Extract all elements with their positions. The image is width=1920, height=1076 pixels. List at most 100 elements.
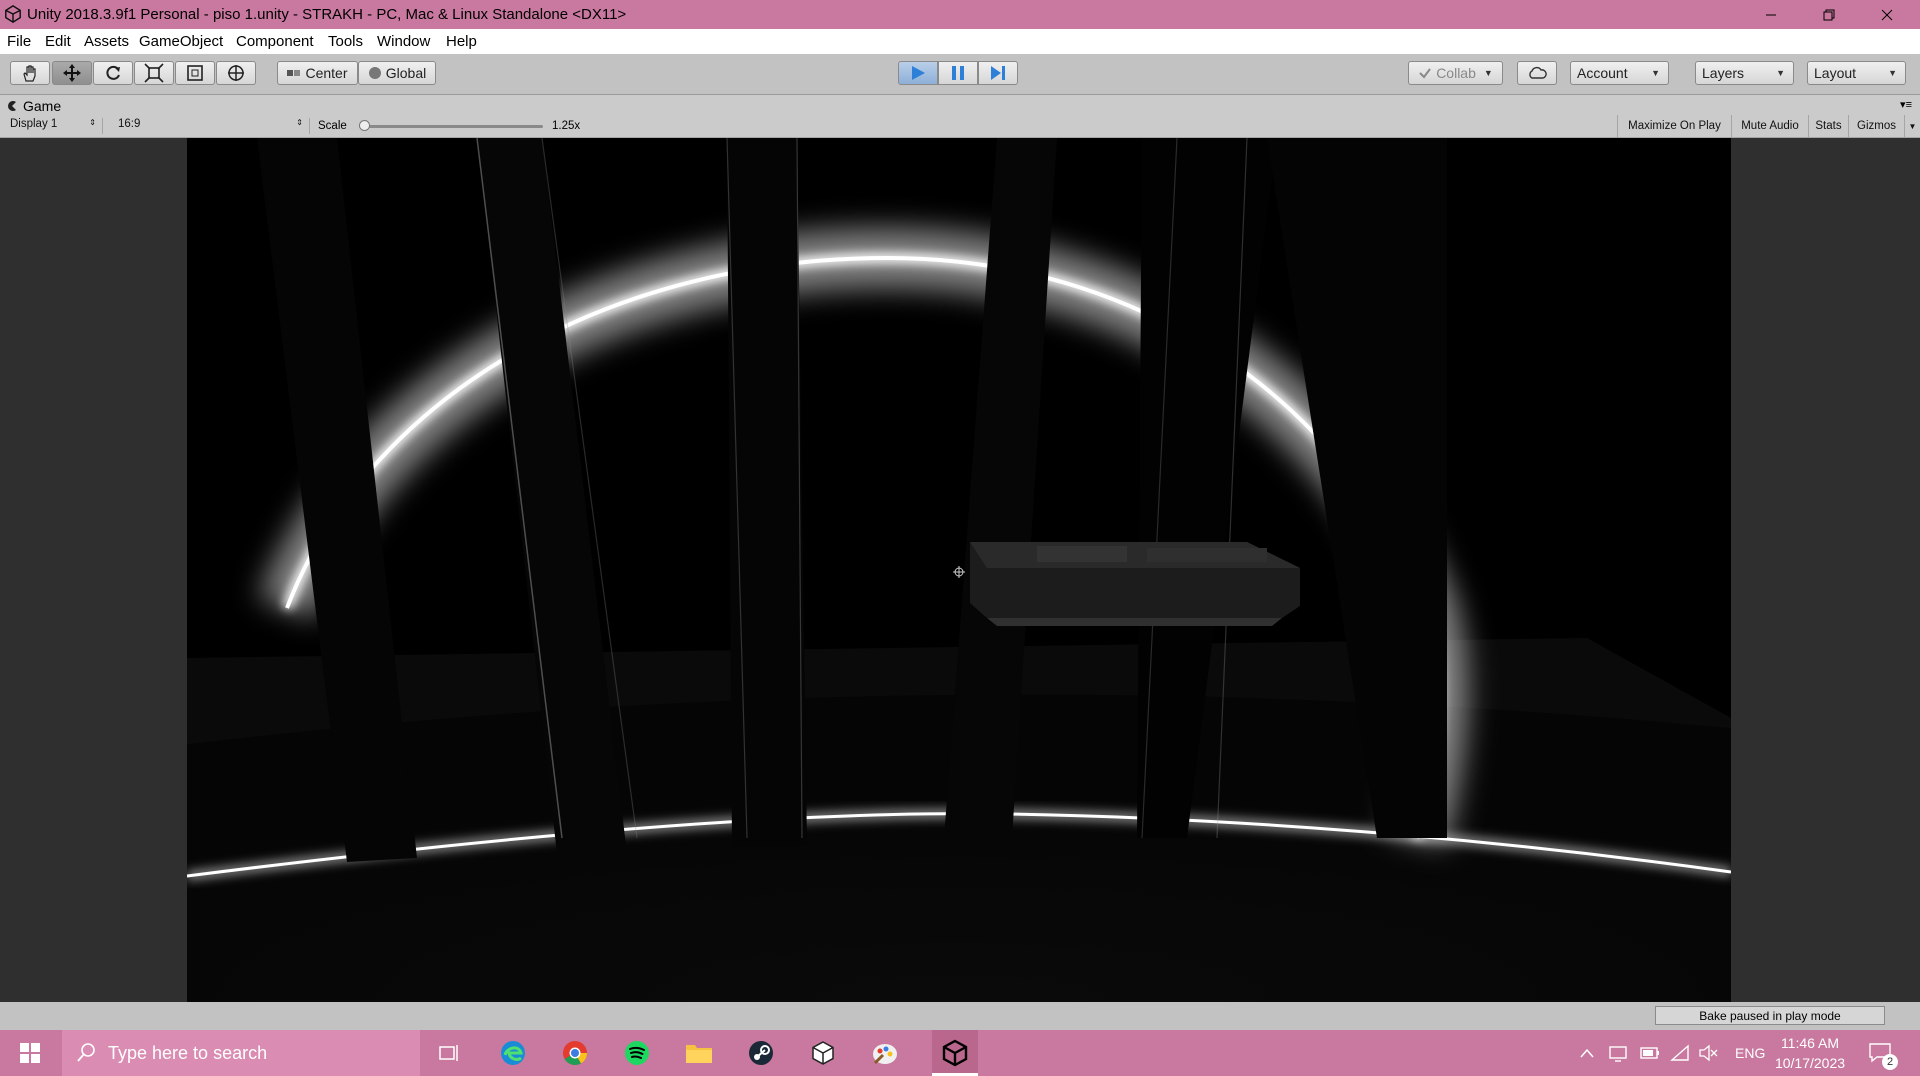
pivot-center-label: Center [305, 65, 348, 81]
unity-editor-button[interactable] [932, 1030, 978, 1076]
tab-menu-icon[interactable]: ▾≡ [1900, 98, 1912, 111]
tray-clock[interactable]: 11:46 AM 10/17/2023 [1770, 1030, 1850, 1076]
tray-wifi[interactable] [1670, 1030, 1690, 1076]
steam-button[interactable] [746, 1038, 776, 1068]
clock-date: 10/17/2023 [1774, 1055, 1846, 1071]
step-icon [991, 66, 1005, 80]
pivot-center-toggle[interactable]: Center [277, 61, 358, 85]
scale-label: Scale [318, 120, 347, 132]
edge-button[interactable] [498, 1038, 528, 1068]
bake-status: Bake paused in play mode [1655, 1006, 1885, 1025]
scale-slider-thumb[interactable] [359, 120, 370, 131]
chevron-down-icon: ▼ [1888, 68, 1897, 78]
clock-time: 11:46 AM [1780, 1035, 1840, 1051]
display-select[interactable]: Display 1 ⇕ [0, 118, 103, 134]
windows-taskbar: Type here to search ENG 11:46 AM 10/17/2… [0, 1030, 1920, 1076]
collab-label: Collab [1436, 65, 1476, 81]
chevron-down-icon: ▼ [1483, 68, 1493, 78]
search-placeholder: Type here to search [108, 1042, 268, 1063]
menu-help[interactable]: Help [446, 33, 477, 50]
spotify-button[interactable] [622, 1038, 652, 1068]
play-button[interactable] [898, 61, 938, 85]
tab-game[interactable]: Game [6, 96, 86, 115]
account-label: Account [1577, 65, 1628, 81]
unity-hub-icon [812, 1041, 834, 1065]
mute-audio-toggle[interactable]: Mute Audio [1731, 115, 1808, 137]
search-icon [77, 1043, 95, 1062]
space-global-toggle[interactable]: Global [358, 61, 436, 85]
pause-button[interactable] [938, 61, 978, 85]
pause-icon [952, 66, 964, 80]
paint-button[interactable] [870, 1038, 900, 1068]
game-view-icon [8, 100, 16, 111]
layers-dropdown[interactable]: Layers ▼ [1695, 61, 1794, 85]
menu-edit[interactable]: Edit [45, 33, 71, 50]
stats-toggle[interactable]: Stats [1808, 115, 1848, 137]
scale-value: 1.25x [552, 120, 581, 132]
step-button[interactable] [978, 61, 1018, 85]
menu-assets[interactable]: Assets [84, 33, 129, 50]
menu-tools[interactable]: Tools [328, 33, 363, 50]
move-icon [63, 64, 81, 82]
battery-icon [1640, 1047, 1659, 1059]
scale-slider[interactable] [359, 120, 543, 131]
menu-gameobject[interactable]: GameObject [139, 33, 223, 50]
aspect-select[interactable]: 16:9 ⇕ [108, 118, 310, 134]
checkmark-icon [1419, 68, 1431, 79]
game-render[interactable] [187, 138, 1731, 1002]
unity-icon [942, 1039, 968, 1067]
updown-icon: ⇕ [89, 118, 96, 127]
taskbar-search[interactable]: Type here to search [62, 1030, 420, 1076]
rect-tool-button[interactable] [175, 61, 215, 85]
network-monitor-icon [1609, 1046, 1627, 1062]
maximize-on-play-toggle[interactable]: Maximize On Play [1617, 115, 1731, 137]
menu-file[interactable]: File [7, 33, 31, 50]
tray-language[interactable]: ENG [1735, 1030, 1765, 1076]
cloud-button[interactable] [1517, 61, 1557, 85]
title-bar: Unity 2018.3.9f1 Personal - piso 1.unity… [0, 0, 1920, 29]
move-tool-button[interactable] [52, 61, 92, 85]
window-title: Unity 2018.3.9f1 Personal - piso 1.unity… [27, 6, 627, 23]
file-explorer-button[interactable] [684, 1038, 714, 1068]
tray-overflow[interactable] [1580, 1030, 1594, 1076]
cloud-icon [1529, 66, 1547, 79]
play-icon [912, 66, 925, 80]
unity-hub-button[interactable] [808, 1038, 838, 1068]
chrome-icon [563, 1041, 587, 1066]
minimize-button[interactable] [1742, 0, 1800, 29]
chevron-down-icon: ▼ [1651, 68, 1660, 78]
hand-tool-button[interactable] [10, 61, 50, 85]
gizmos-toggle[interactable]: Gizmos [1848, 115, 1904, 137]
collab-dropdown[interactable]: Collab ▼ [1408, 61, 1503, 85]
action-center-button[interactable]: 2 [1868, 1030, 1898, 1076]
game-scene-image [187, 138, 1731, 1002]
notification-badge: 2 [1882, 1054, 1898, 1070]
tray-battery[interactable] [1640, 1030, 1660, 1076]
wifi-icon [1670, 1044, 1689, 1061]
task-view-button[interactable] [435, 1038, 465, 1068]
menu-bar: File Edit Assets GameObject Component To… [0, 29, 1920, 54]
unity-logo-icon [5, 5, 21, 23]
game-view-toolbar: Display 1 ⇕ 16:9 ⇕ Scale 1.25x Maximize … [0, 115, 1920, 138]
menu-component[interactable]: Component [236, 33, 314, 50]
account-dropdown[interactable]: Account ▼ [1570, 61, 1669, 85]
layers-label: Layers [1702, 65, 1745, 81]
updown-icon: ⇕ [296, 118, 303, 127]
chrome-button[interactable] [560, 1038, 590, 1068]
close-button[interactable] [1858, 0, 1916, 29]
layout-dropdown[interactable]: Layout ▼ [1807, 61, 1906, 85]
transform-icon [228, 65, 244, 81]
tray-network-status[interactable] [1609, 1030, 1629, 1076]
tray-volume[interactable] [1698, 1030, 1718, 1076]
gizmos-dropdown-icon[interactable]: ▼ [1904, 115, 1920, 137]
scale-tool-button[interactable] [134, 61, 174, 85]
edge-icon [501, 1041, 525, 1065]
start-button[interactable] [15, 1038, 45, 1068]
aspect-label: 16:9 [118, 118, 141, 130]
restore-button[interactable] [1800, 0, 1858, 29]
menu-window[interactable]: Window [377, 33, 430, 50]
volume-muted-icon [1699, 1044, 1718, 1062]
transform-tool-button[interactable] [216, 61, 256, 85]
space-global-label: Global [385, 65, 427, 81]
rotate-tool-button[interactable] [93, 61, 133, 85]
